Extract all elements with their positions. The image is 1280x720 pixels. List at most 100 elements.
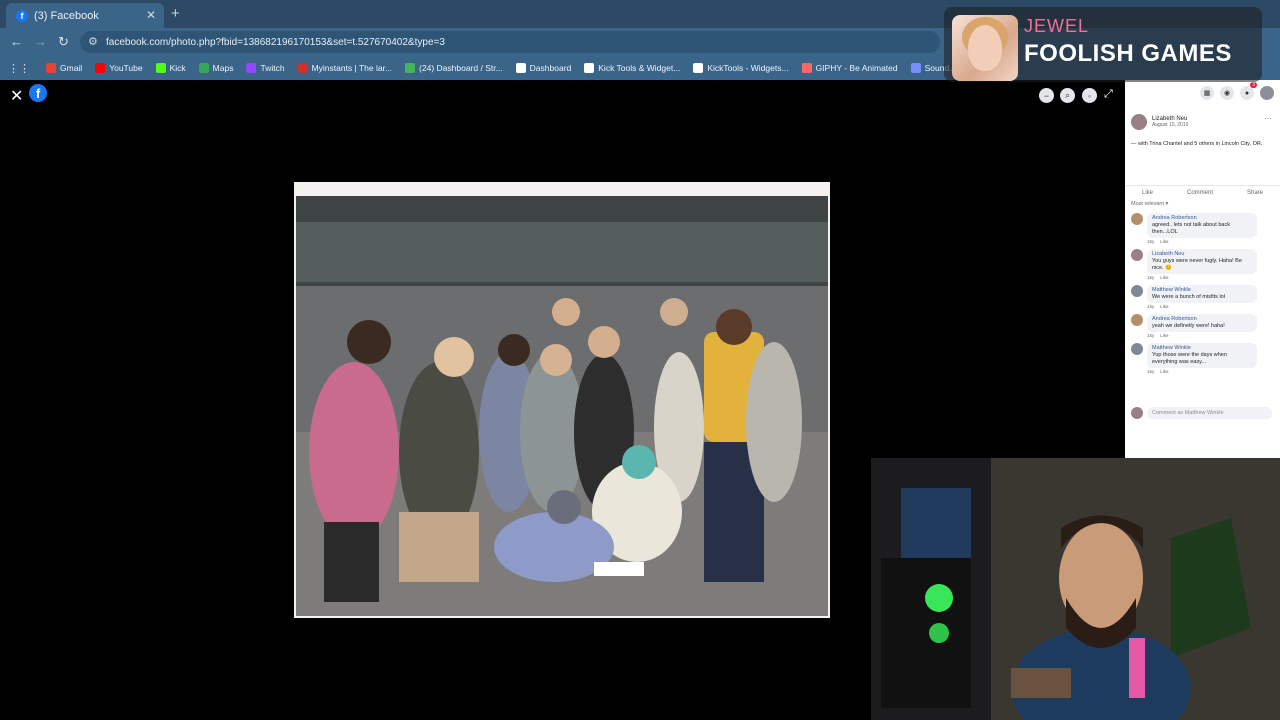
bookmark-label: Twitch <box>260 63 285 73</box>
bookmark-label: Kick Tools & Widget... <box>598 63 681 73</box>
comment-meta: 15y Like <box>1147 333 1257 338</box>
comment-meta: 15y Like <box>1147 239 1257 244</box>
comment-item: Matthew Winkle Yup those were the days wh… <box>1131 343 1271 374</box>
bookmark-item[interactable]: Dashboard <box>515 63 572 73</box>
bookmark-item[interactable]: Gmail <box>46 63 82 73</box>
bookmark-favicon-icon <box>515 63 526 73</box>
bookmark-item[interactable]: (24) Dashboard / Str... <box>405 63 503 73</box>
artist-name: JEWEL <box>1024 16 1090 36</box>
comment-like-link[interactable]: Like <box>1160 304 1168 309</box>
url-input[interactable]: ⚙ facebook.com/photo.php?fbid=1386821961… <box>80 31 940 53</box>
post-header: Lizabeth Neu August 10, 2010 <box>1131 114 1188 130</box>
bookmark-label: Dashboard <box>529 63 572 73</box>
close-tab-icon[interactable]: ✕ <box>146 8 156 22</box>
comment-sort-dropdown[interactable]: Most relevant ▾ <box>1131 201 1168 207</box>
bookmark-label: GIPHY - Be Animated <box>815 63 898 73</box>
bookmark-favicon-icon <box>910 63 921 73</box>
commenter-avatar[interactable] <box>1131 343 1143 355</box>
back-icon[interactable]: ← <box>10 34 23 49</box>
album-art <box>952 15 1018 81</box>
comment-like-link[interactable]: Like <box>1160 369 1168 374</box>
share-button[interactable]: Share <box>1247 190 1263 196</box>
zoom-in-icon[interactable]: ⌕ <box>1060 88 1075 103</box>
comment-meta: 15y Like <box>1147 369 1257 374</box>
url-text: facebook.com/photo.php?fbid=138682196170… <box>106 36 445 48</box>
bookmark-item[interactable]: YouTube <box>95 63 143 73</box>
bookmark-label: Myinstants | The lar... <box>311 63 393 73</box>
bookmark-label: Gmail <box>60 63 83 73</box>
chevron-down-icon: ▾ <box>1165 201 1169 207</box>
fullscreen-icon[interactable]: ⤢ <box>1104 88 1113 101</box>
bookmark-favicon-icon <box>198 63 209 73</box>
comment-time: 15y <box>1147 275 1155 280</box>
post-date[interactable]: August 10, 2010 <box>1152 122 1188 128</box>
bookmark-item[interactable]: Kick <box>155 63 186 73</box>
bookmark-favicon-icon <box>297 63 308 73</box>
post-caption: — with Trina Chantel and 5 others in Lin… <box>1131 141 1263 147</box>
comment-time: 15y <box>1147 369 1155 374</box>
comment-bubble: Lizabeth Neu You guys were never fugly. H… <box>1147 249 1257 274</box>
commenter-avatar[interactable] <box>1131 285 1143 297</box>
comment-author[interactable]: Andrea Robertson <box>1152 215 1252 222</box>
comment-composer: Comment as Matthew Winkle <box>1131 407 1272 419</box>
comment-meta: 15y Like <box>1147 275 1257 280</box>
browser-tab[interactable]: f (3) Facebook ✕ <box>6 3 164 28</box>
notifications-icon[interactable]: ● 3 <box>1240 82 1257 100</box>
comment-bubble: Andrea Robertson yeah we definetly were! … <box>1147 314 1257 332</box>
comment-author[interactable]: Matthew Winkle <box>1152 345 1252 352</box>
comment-time: 15y <box>1147 333 1155 338</box>
facebook-favicon-icon: f <box>16 9 28 22</box>
comment-button[interactable]: Comment <box>1187 190 1213 196</box>
top-icons: ▦ ◉ ● 3 <box>1200 82 1274 100</box>
apps-grid-icon[interactable]: ⋮⋮ <box>8 62 30 75</box>
bookmark-favicon-icon <box>246 63 257 73</box>
notification-badge: 3 <box>1250 82 1257 88</box>
comment-text: agreed.. lets not talk about back then..… <box>1152 222 1230 235</box>
commenter-avatar[interactable] <box>1131 213 1143 225</box>
comment-like-link[interactable]: Like <box>1160 333 1168 338</box>
messenger-icon[interactable]: ◉ <box>1220 86 1234 100</box>
reload-icon[interactable]: ↻ <box>58 34 69 50</box>
comment-like-link[interactable]: Like <box>1160 239 1168 244</box>
comment-text: yeah we definetly were! haha! <box>1152 323 1225 329</box>
bookmark-item[interactable]: Twitch <box>246 63 285 73</box>
bookmark-item[interactable]: Maps <box>198 63 234 73</box>
bookmark-label: YouTube <box>109 63 143 73</box>
bookmark-item[interactable]: Kick Tools & Widget... <box>584 63 680 73</box>
like-button[interactable]: Like <box>1142 190 1153 196</box>
comment-author[interactable]: Matthew Winkle <box>1152 287 1252 294</box>
bookmark-favicon-icon <box>584 63 595 73</box>
bookmark-item[interactable]: GIPHY - Be Animated <box>801 63 898 73</box>
menu-icon[interactable]: ▦ <box>1200 86 1214 100</box>
tag-icon[interactable]: ◦ <box>1082 88 1097 103</box>
bookmark-list: Gmail YouTube Kick Maps Twitch Myinstants | T… <box>46 63 1020 73</box>
close-viewer-icon[interactable]: ✕ <box>10 86 23 106</box>
zoom-out-icon[interactable]: − <box>1039 88 1054 103</box>
new-tab-icon[interactable]: + <box>171 5 180 22</box>
bookmark-item[interactable]: Myinstants | The lar... <box>297 63 393 73</box>
comment-meta: 15y Like <box>1147 304 1257 309</box>
comment-item: Andrea Robertson yeah we definetly were! … <box>1131 314 1271 338</box>
more-options-icon[interactable]: ··· <box>1264 114 1272 123</box>
bookmark-favicon-icon <box>693 63 704 73</box>
author-avatar[interactable] <box>1131 114 1147 130</box>
comment-input[interactable]: Comment as Matthew Winkle <box>1147 407 1272 419</box>
comment-bubble: Matthew Winkle We were a bunch of misfits… <box>1147 285 1257 303</box>
site-info-icon[interactable]: ⚙ <box>88 35 98 48</box>
bookmark-favicon-icon <box>405 63 416 73</box>
forward-icon[interactable]: → <box>34 34 47 49</box>
facebook-logo-icon[interactable]: f <box>29 84 47 102</box>
group-photo <box>294 182 830 618</box>
comment-author[interactable]: Lizabeth Neu <box>1152 251 1252 258</box>
bookmark-favicon-icon <box>801 63 812 73</box>
comment-text: Yup those were the days when everything … <box>1152 352 1227 365</box>
bookmark-label: KickTools - Widgets... <box>707 63 789 73</box>
commenter-avatar[interactable] <box>1131 314 1143 326</box>
bookmark-item[interactable]: KickTools - Widgets... <box>693 63 789 73</box>
profile-avatar[interactable] <box>1260 86 1274 100</box>
bookmark-label: Maps <box>212 63 234 73</box>
commenter-avatar[interactable] <box>1131 249 1143 261</box>
webcam-feed <box>871 458 1280 720</box>
comment-like-link[interactable]: Like <box>1160 275 1168 280</box>
comment-author[interactable]: Andrea Robertson <box>1152 316 1252 323</box>
